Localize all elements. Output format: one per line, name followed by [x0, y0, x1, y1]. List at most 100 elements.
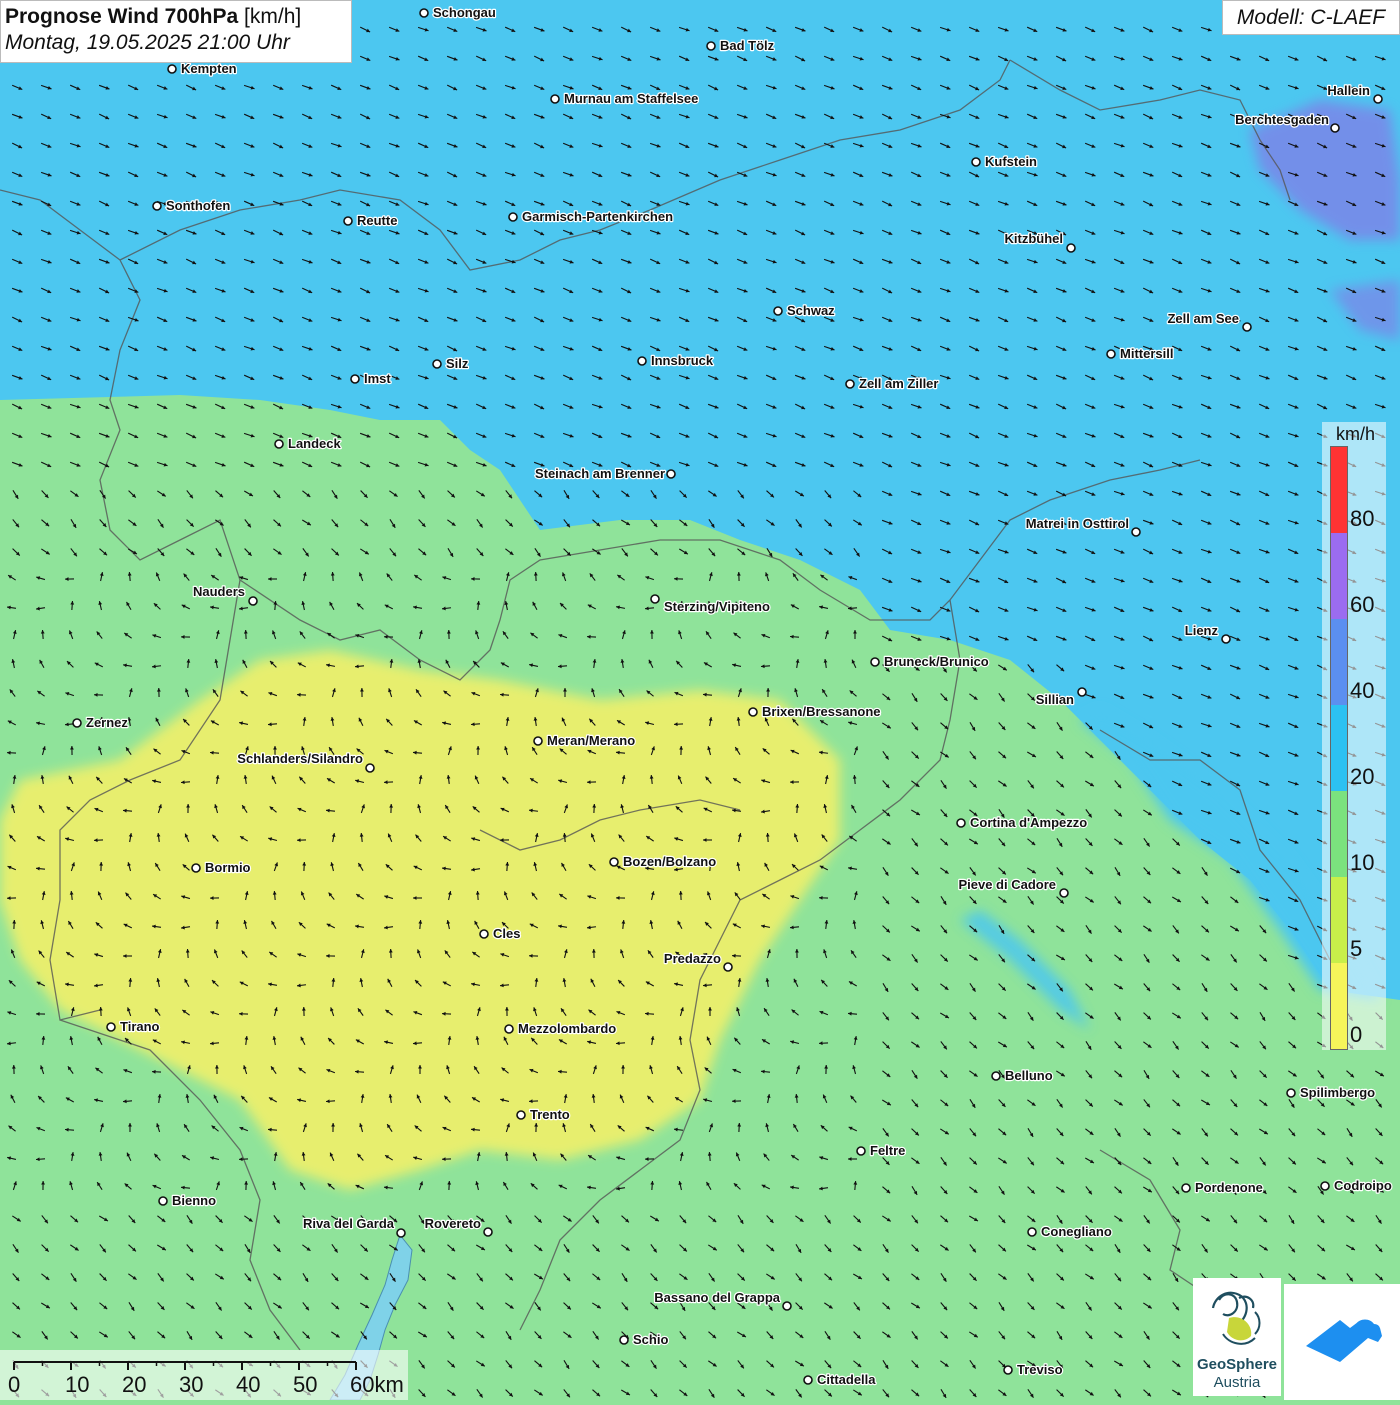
city-marker[interactable]	[1287, 1089, 1295, 1097]
city-marker[interactable]	[1028, 1228, 1036, 1236]
city-marker[interactable]	[1067, 244, 1075, 252]
city-marker[interactable]	[1078, 688, 1086, 696]
city-marker[interactable]	[1182, 1184, 1190, 1192]
city-label: Garmisch-Partenkirchen	[522, 209, 673, 224]
city-marker[interactable]	[1107, 350, 1115, 358]
city-marker[interactable]	[610, 858, 618, 866]
legend-label: 0	[1350, 1022, 1362, 1048]
geosphere-swirl-icon	[1193, 1278, 1281, 1354]
city-marker[interactable]	[783, 1302, 791, 1310]
city-label: Bozen/Bolzano	[623, 854, 716, 869]
city-marker[interactable]	[651, 595, 659, 603]
city-marker[interactable]	[517, 1111, 525, 1119]
city-marker[interactable]	[857, 1147, 865, 1155]
city-marker[interactable]	[992, 1072, 1000, 1080]
city-marker[interactable]	[366, 764, 374, 772]
city-marker[interactable]	[846, 380, 854, 388]
city-label: Bormio	[205, 860, 251, 875]
city-label: Bassano del Grappa	[654, 1290, 780, 1305]
legend-swatch	[1331, 791, 1347, 877]
city-marker[interactable]	[153, 202, 161, 210]
geosphere-app-icon[interactable]	[1284, 1284, 1400, 1400]
city-label: Zernez	[86, 715, 128, 730]
model-label: Modell: C-LAEF	[1222, 0, 1400, 35]
mountain-cloud-icon	[1284, 1284, 1400, 1400]
map-title: Prognose Wind 700hPa [km/h]	[5, 4, 347, 30]
city-label: Matrei in Osttirol	[1026, 516, 1129, 531]
legend-swatch	[1331, 447, 1347, 533]
city-marker[interactable]	[638, 357, 646, 365]
city-marker[interactable]	[774, 307, 782, 315]
city-marker[interactable]	[505, 1025, 513, 1033]
city-label: Schongau	[433, 5, 496, 20]
legend-label: 10	[1350, 850, 1374, 876]
city-marker[interactable]	[534, 737, 542, 745]
city-label: Berchtesgaden	[1235, 112, 1329, 127]
city-marker[interactable]	[73, 719, 81, 727]
city-marker[interactable]	[480, 930, 488, 938]
city-label: Conegliano	[1041, 1224, 1112, 1239]
city-label: Landeck	[288, 436, 342, 451]
city-marker[interactable]	[275, 440, 283, 448]
city-marker[interactable]	[804, 1376, 812, 1384]
map-title-unit: [km/h]	[244, 5, 301, 28]
legend-swatch	[1331, 533, 1347, 619]
city-marker[interactable]	[344, 217, 352, 225]
city-marker[interactable]	[871, 658, 879, 666]
city-label: Cles	[493, 926, 520, 941]
city-label: Hallein	[1327, 83, 1370, 98]
city-marker[interactable]	[420, 9, 428, 17]
scale-label: 10	[65, 1372, 89, 1398]
city-label: Pordenone	[1195, 1180, 1263, 1195]
legend-label: 60	[1350, 592, 1374, 618]
city-marker[interactable]	[620, 1336, 628, 1344]
geosphere-logo[interactable]: GeoSphere Austria	[1193, 1278, 1281, 1396]
city-marker[interactable]	[159, 1197, 167, 1205]
city-marker[interactable]	[249, 597, 257, 605]
city-marker[interactable]	[1222, 635, 1230, 643]
legend-label: 80	[1350, 506, 1374, 532]
city-label: Belluno	[1005, 1068, 1053, 1083]
city-label: Kempten	[181, 61, 237, 76]
city-marker[interactable]	[1004, 1366, 1012, 1374]
city-label: Schio	[633, 1332, 668, 1347]
wind-map[interactable]: SchongauBad TölzKemptenMurnau am Staffel…	[0, 0, 1400, 1400]
city-marker[interactable]	[551, 95, 559, 103]
city-marker[interactable]	[1374, 95, 1382, 103]
legend-label: 40	[1350, 678, 1374, 704]
city-marker[interactable]	[484, 1228, 492, 1236]
city-marker[interactable]	[1060, 889, 1068, 897]
city-marker[interactable]	[192, 864, 200, 872]
city-label: Sillian	[1036, 692, 1074, 707]
map-title-main: Prognose Wind 700hPa	[5, 5, 238, 28]
city-label: Schwaz	[787, 303, 835, 318]
forecast-datetime: Montag, 19.05.2025 21:00 Uhr	[5, 30, 347, 56]
city-marker[interactable]	[433, 360, 441, 368]
city-label: Predazzo	[664, 951, 721, 966]
city-marker[interactable]	[107, 1023, 115, 1031]
legend-swatch	[1331, 877, 1347, 963]
city-marker[interactable]	[724, 963, 732, 971]
legend-unit: km/h	[1336, 424, 1375, 445]
city-marker[interactable]	[749, 708, 757, 716]
city-marker[interactable]	[509, 213, 517, 221]
geosphere-logo-line2: Austria	[1193, 1374, 1281, 1391]
city-marker[interactable]	[1331, 124, 1339, 132]
city-marker[interactable]	[397, 1229, 405, 1237]
city-marker[interactable]	[707, 42, 715, 50]
city-label: Zell am See	[1167, 311, 1239, 326]
city-label: Rovereto	[425, 1216, 481, 1231]
city-marker[interactable]	[168, 65, 176, 73]
city-label: Imst	[364, 371, 391, 386]
geosphere-logo-line1: GeoSphere	[1193, 1356, 1281, 1373]
city-marker[interactable]	[667, 470, 675, 478]
city-marker[interactable]	[1321, 1182, 1329, 1190]
city-marker[interactable]	[957, 819, 965, 827]
scale-bar-ruler	[0, 1350, 408, 1400]
city-marker[interactable]	[1132, 528, 1140, 536]
city-label: Brixen/Bressanone	[762, 704, 881, 719]
city-marker[interactable]	[351, 375, 359, 383]
city-marker[interactable]	[1243, 323, 1251, 331]
city-label: Mezzolombardo	[518, 1021, 616, 1036]
city-marker[interactable]	[972, 158, 980, 166]
